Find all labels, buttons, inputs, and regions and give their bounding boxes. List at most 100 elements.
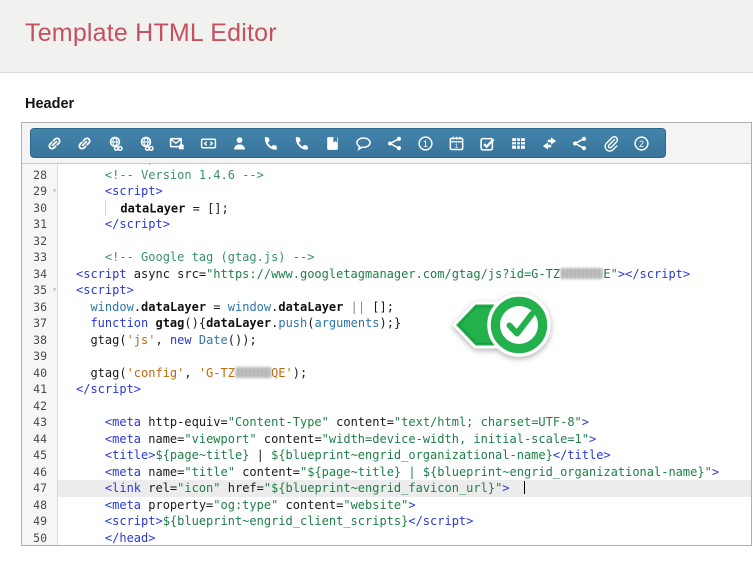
insert-table-icon[interactable] bbox=[509, 134, 527, 152]
geo-link-icon[interactable] bbox=[107, 134, 125, 152]
line-number: 29▾ bbox=[22, 183, 58, 200]
line-number: 30 bbox=[22, 200, 58, 217]
code-line-text[interactable]: function gtag(){dataLayer.push(arguments… bbox=[58, 315, 751, 332]
code-line-32[interactable]: 32 bbox=[22, 233, 751, 250]
code-line-text[interactable]: window.dataLayer = window.dataLayer || [… bbox=[58, 299, 751, 316]
line-number: 44 bbox=[22, 431, 58, 448]
code-line-44[interactable]: 44 <meta name="viewport" content="width=… bbox=[22, 431, 751, 448]
code-line-35[interactable]: 35▾<script> bbox=[22, 282, 751, 299]
line-number: 42 bbox=[22, 398, 58, 415]
code-line-39[interactable]: 39 bbox=[22, 348, 751, 365]
line-number: 36 bbox=[22, 299, 58, 316]
fold-arrow-icon[interactable]: ▾ bbox=[52, 282, 57, 299]
redacted-id bbox=[235, 367, 271, 378]
code-line-text[interactable]: </head> bbox=[58, 530, 751, 546]
code-line-text[interactable] bbox=[58, 398, 751, 415]
page-header-banner: Template HTML Editor bbox=[0, 0, 753, 73]
share-links-icon[interactable] bbox=[385, 134, 403, 152]
svg-text:2: 2 bbox=[639, 138, 644, 148]
code-line-37[interactable]: 37 function gtag(){dataLayer.push(argume… bbox=[22, 315, 751, 332]
line-number: 47 bbox=[22, 480, 58, 497]
html-code-editor: 112 27 </script>28 <!-- Version 1.4.6 --… bbox=[21, 122, 752, 546]
code-line-49[interactable]: 49 <script>${blueprint~engrid_client_scr… bbox=[22, 513, 751, 530]
comment-bubble-icon[interactable] bbox=[354, 134, 372, 152]
line-number: 46 bbox=[22, 464, 58, 481]
code-line-45[interactable]: 45 <title>${page~title} | ${blueprint~en… bbox=[22, 447, 751, 464]
code-line-text[interactable]: <script> bbox=[58, 183, 751, 200]
code-line-text[interactable]: <!-- Google tag (gtag.js) --> bbox=[58, 249, 751, 266]
section-label-header: Header bbox=[25, 96, 74, 112]
code-line-text[interactable] bbox=[58, 233, 751, 250]
code-line-47[interactable]: 47 <link rel="icon" href="${blueprint~en… bbox=[22, 480, 751, 497]
code-line-50[interactable]: 50 </head> bbox=[22, 530, 751, 546]
code-line-41[interactable]: 41</script> bbox=[22, 381, 751, 398]
svg-text:1: 1 bbox=[454, 142, 458, 149]
code-line-text[interactable]: gtag('js', new Date()); bbox=[58, 332, 751, 349]
line-number: 50 bbox=[22, 530, 58, 546]
address-book-icon[interactable] bbox=[323, 134, 341, 152]
code-line-text[interactable]: <meta name="title" content="${page~title… bbox=[58, 464, 751, 481]
line-number: 45 bbox=[22, 447, 58, 464]
text-cursor bbox=[524, 481, 525, 494]
share-network-icon[interactable] bbox=[571, 134, 589, 152]
fold-arrow-icon[interactable]: ▾ bbox=[52, 183, 57, 200]
line-number: 28 bbox=[22, 167, 58, 184]
code-line-46[interactable]: 46 <meta name="title" content="${page~ti… bbox=[22, 464, 751, 481]
form-checkbox-icon[interactable] bbox=[478, 134, 496, 152]
transfer-pages-icon[interactable] bbox=[540, 134, 558, 152]
geo-link-alt-icon[interactable] bbox=[138, 134, 156, 152]
line-number: 33 bbox=[22, 249, 58, 266]
code-line-text[interactable]: </script> bbox=[58, 381, 751, 398]
code-line-text[interactable]: <title>${page~title} | ${blueprint~engri… bbox=[58, 447, 751, 464]
phone-call-icon[interactable] bbox=[262, 134, 280, 152]
code-line-text[interactable]: <meta property="og:type" content="websit… bbox=[58, 497, 751, 514]
insert-code-icon[interactable] bbox=[200, 134, 218, 152]
insert-link-icon[interactable] bbox=[45, 134, 63, 152]
code-line-42[interactable]: 42 bbox=[22, 398, 751, 415]
code-line-text[interactable]: <script async src="https://www.googletag… bbox=[58, 266, 751, 283]
insert-named-link-icon[interactable] bbox=[76, 134, 94, 152]
code-line-36[interactable]: 36 window.dataLayer = window.dataLayer |… bbox=[22, 299, 751, 316]
code-line-text[interactable]: dataLayer = []; bbox=[58, 200, 751, 217]
svg-text:1: 1 bbox=[423, 138, 428, 148]
code-line-text[interactable]: <meta name="viewport" content="width=dev… bbox=[58, 431, 751, 448]
code-line-29[interactable]: 29▾ <script> bbox=[22, 183, 751, 200]
line-number: 39 bbox=[22, 348, 58, 365]
attach-file-icon[interactable] bbox=[602, 134, 620, 152]
step-two-icon[interactable]: 2 bbox=[633, 134, 651, 152]
phone-call-alt-icon[interactable] bbox=[293, 134, 311, 152]
code-lines: 27 </script>28 <!-- Version 1.4.6 -->29▾… bbox=[22, 164, 751, 545]
code-line-text[interactable]: <!-- Version 1.4.6 --> bbox=[58, 167, 751, 184]
code-line-43[interactable]: 43 <meta http-equiv="Content-Type" conte… bbox=[22, 414, 751, 431]
toolbar-icons: 1 1 2 bbox=[30, 128, 666, 158]
code-line-28[interactable]: 28 <!-- Version 1.4.6 --> bbox=[22, 167, 751, 184]
code-line-text[interactable]: <script> bbox=[58, 282, 751, 299]
line-number: 35▾ bbox=[22, 282, 58, 299]
code-line-34[interactable]: 34<script async src="https://www.googlet… bbox=[22, 266, 751, 283]
code-area[interactable]: 27 </script>28 <!-- Version 1.4.6 -->29▾… bbox=[22, 164, 751, 545]
unsubscribe-email-icon[interactable] bbox=[169, 134, 187, 152]
line-number: 49 bbox=[22, 513, 58, 530]
code-line-text[interactable] bbox=[58, 348, 751, 365]
line-number: 41 bbox=[22, 381, 58, 398]
code-line-48[interactable]: 48 <meta property="og:type" content="web… bbox=[22, 497, 751, 514]
code-line-30[interactable]: 30 dataLayer = []; bbox=[22, 200, 751, 217]
line-number: 48 bbox=[22, 497, 58, 514]
code-line-text[interactable]: <script>${blueprint~engrid_client_script… bbox=[58, 513, 751, 530]
line-number: 31 bbox=[22, 216, 58, 233]
template-html-editor-page: Template HTML Editor Header 112 27 </scr… bbox=[0, 0, 753, 563]
code-line-40[interactable]: 40 gtag('config', 'G-TZQE'); bbox=[22, 365, 751, 382]
code-line-31[interactable]: 31 </script> bbox=[22, 216, 751, 233]
code-line-33[interactable]: 33 <!-- Google tag (gtag.js) --> bbox=[22, 249, 751, 266]
code-line-38[interactable]: 38 gtag('js', new Date()); bbox=[22, 332, 751, 349]
code-line-text[interactable]: <meta http-equiv="Content-Type" content=… bbox=[58, 414, 751, 431]
code-line-text[interactable]: </script> bbox=[58, 216, 751, 233]
step-one-icon[interactable]: 1 bbox=[416, 134, 434, 152]
event-calendar-icon[interactable]: 1 bbox=[447, 134, 465, 152]
code-line-text[interactable]: <link rel="icon" href="${blueprint~engri… bbox=[58, 480, 751, 497]
code-line-text[interactable]: gtag('config', 'G-TZQE'); bbox=[58, 365, 751, 382]
page-title: Template HTML Editor bbox=[25, 19, 277, 48]
contact-profile-icon[interactable] bbox=[231, 134, 249, 152]
line-number: 34 bbox=[22, 266, 58, 283]
line-number: 32 bbox=[22, 233, 58, 250]
